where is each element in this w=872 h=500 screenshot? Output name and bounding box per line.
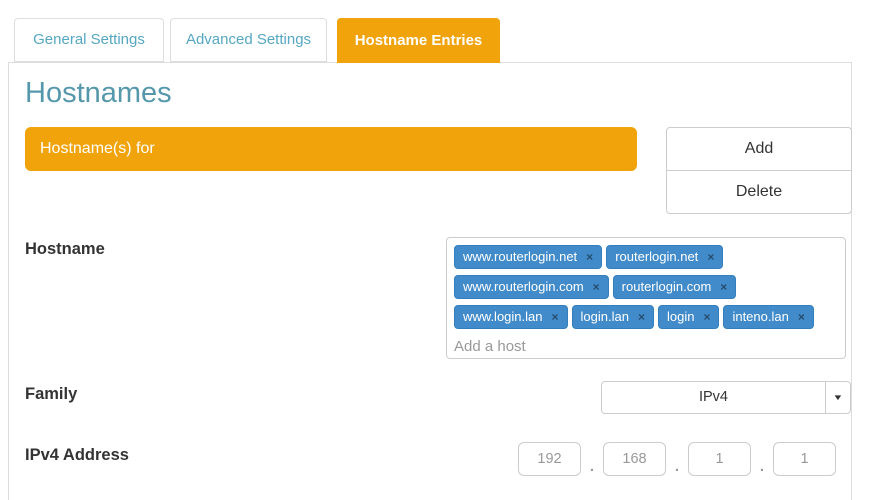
add-button[interactable]: Add (666, 127, 852, 171)
hostname-label: Hostname (25, 240, 105, 259)
remove-tag-icon[interactable]: × (593, 280, 600, 294)
hostname-tag[interactable]: www.login.lan × (454, 305, 568, 329)
remove-tag-icon[interactable]: × (638, 310, 645, 324)
delete-button[interactable]: Delete (666, 170, 852, 214)
ipv4-octet-4[interactable] (773, 442, 836, 476)
tag-label: www.routerlogin.com (463, 279, 584, 294)
hostname-tag[interactable]: routerlogin.net × (606, 245, 723, 269)
octet-separator: . (581, 458, 603, 475)
ipv4-address-label: IPv4 Address (25, 446, 129, 465)
tag-label: login (667, 309, 694, 324)
tag-label: www.login.lan (463, 309, 543, 324)
page-title: Hostnames (25, 77, 172, 110)
hostname-tag[interactable]: routerlogin.com × (613, 275, 737, 299)
hostname-tag[interactable]: login.lan × (572, 305, 654, 329)
tab-general-settings[interactable]: General Settings (14, 18, 164, 62)
add-host-input[interactable] (454, 338, 704, 355)
tab-advanced-settings[interactable]: Advanced Settings (170, 18, 327, 62)
dropdown-toggle[interactable]: ▼ (825, 382, 850, 413)
family-label: Family (25, 385, 77, 404)
ipv4-octet-2[interactable] (603, 442, 666, 476)
hostname-entries-panel: Hostnames Hostname(s) for Add Delete Hos… (8, 62, 852, 500)
octet-separator: . (751, 458, 773, 475)
remove-tag-icon[interactable]: × (720, 280, 727, 294)
hostname-entry-row[interactable]: Hostname(s) for (25, 127, 637, 171)
hostname-tags-input[interactable]: www.routerlogin.net×routerlogin.net×www.… (446, 237, 846, 359)
remove-tag-icon[interactable]: × (703, 310, 710, 324)
hostname-tag[interactable]: www.routerlogin.com × (454, 275, 609, 299)
tag-label: www.routerlogin.net (463, 249, 577, 264)
hostname-tag[interactable]: www.routerlogin.net × (454, 245, 602, 269)
entry-actions: Add Delete (666, 127, 852, 214)
remove-tag-icon[interactable]: × (552, 310, 559, 324)
chevron-down-icon: ▼ (832, 393, 843, 402)
ipv4-octet-1[interactable] (518, 442, 581, 476)
tag-label: routerlogin.net (615, 249, 698, 264)
family-selected-value: IPv4 (602, 382, 825, 413)
remove-tag-icon[interactable]: × (586, 250, 593, 264)
remove-tag-icon[interactable]: × (798, 310, 805, 324)
ipv4-octet-3[interactable] (688, 442, 751, 476)
tag-label: routerlogin.com (622, 279, 712, 294)
remove-tag-icon[interactable]: × (707, 250, 714, 264)
tab-hostname-entries[interactable]: Hostname Entries (337, 18, 500, 63)
tag-label: login.lan (581, 309, 629, 324)
dhcp-hostname-page: General Settings Advanced Settings Hostn… (0, 0, 872, 500)
hostname-tag[interactable]: inteno.lan × (723, 305, 813, 329)
hostname-tag[interactable]: login × (658, 305, 719, 329)
ipv4-address-inputs: . . . (518, 442, 836, 476)
family-select[interactable]: IPv4 ▼ (601, 381, 851, 414)
tag-label: inteno.lan (732, 309, 788, 324)
octet-separator: . (666, 458, 688, 475)
